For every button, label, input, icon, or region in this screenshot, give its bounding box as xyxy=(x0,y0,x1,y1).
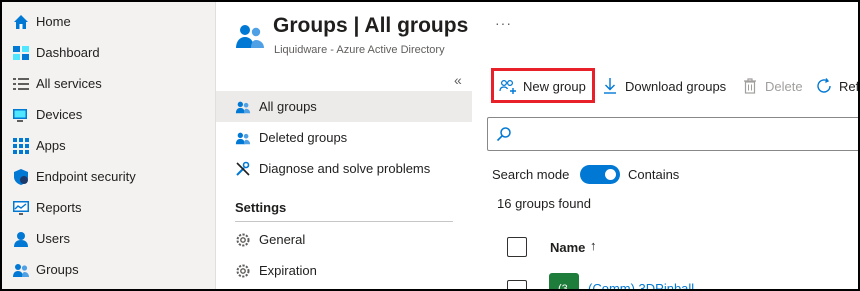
search-icon xyxy=(496,126,512,142)
nav-item-devices[interactable]: Devices xyxy=(2,99,216,130)
new-group-label: New group xyxy=(523,78,586,94)
toggle-knob xyxy=(605,169,616,180)
menu-item-label: Expiration xyxy=(259,263,317,278)
nav-item-reports[interactable]: Reports xyxy=(2,192,216,223)
new-group-button[interactable]: New group xyxy=(499,72,586,100)
nav-item-label: Groups xyxy=(36,262,79,277)
refresh-label: Refresh xyxy=(839,78,860,94)
nav-item-dashboard[interactable]: Dashboard xyxy=(2,37,216,68)
user-icon xyxy=(12,230,30,248)
menu-item-label: All groups xyxy=(259,99,317,114)
sort-ascending-icon[interactable]: ↑ xyxy=(590,238,597,253)
nav-item-label: Users xyxy=(36,231,70,246)
menu-item-diagnose[interactable]: Diagnose and solve problems xyxy=(216,153,472,184)
apps-grid-icon xyxy=(12,137,30,155)
page-subtitle: Liquidware - Azure Active Directory xyxy=(274,44,445,56)
menu-item-label: General xyxy=(259,232,306,247)
menu-item-label: Deleted groups xyxy=(259,130,348,145)
nav-item-label: Reports xyxy=(36,200,82,215)
download-groups-button[interactable]: Download groups xyxy=(601,72,726,100)
select-all-checkbox[interactable] xyxy=(507,237,527,257)
trash-icon xyxy=(741,77,759,95)
nav-item-groups[interactable]: Groups xyxy=(2,254,216,285)
menu-item-expiration[interactable]: Expiration xyxy=(216,255,472,286)
nav-item-home[interactable]: Home xyxy=(2,6,216,37)
nav-item-label: All services xyxy=(36,76,102,91)
menu-item-deleted-groups[interactable]: Deleted groups xyxy=(216,122,472,153)
gear-icon xyxy=(234,262,251,279)
search-box[interactable] xyxy=(487,117,858,151)
gear-icon xyxy=(234,231,251,248)
groups-icon xyxy=(12,261,30,279)
home-icon xyxy=(12,13,30,31)
shield-icon xyxy=(12,168,30,186)
nav-item-users[interactable]: Users xyxy=(2,223,216,254)
add-group-icon xyxy=(499,77,517,95)
groups-header-icon xyxy=(235,22,265,48)
more-options-button[interactable]: ··· xyxy=(495,15,512,31)
settings-section-header: Settings xyxy=(235,200,287,215)
menu-item-all-groups[interactable]: All groups xyxy=(216,91,472,122)
download-groups-label: Download groups xyxy=(625,78,727,94)
group-avatar: (3 xyxy=(549,273,579,289)
devices-icon xyxy=(12,106,30,124)
wrench-icon xyxy=(234,160,251,177)
nav-item-label: Endpoint security xyxy=(36,169,136,184)
refresh-button[interactable]: Refresh xyxy=(815,72,860,100)
delete-label: Delete xyxy=(765,78,803,94)
dashboard-icon xyxy=(12,44,30,62)
section-divider xyxy=(235,221,453,222)
search-mode-value: Contains xyxy=(628,167,680,182)
results-count: 16 groups found xyxy=(497,196,591,211)
left-navigation: Home Dashboard All services Devices Apps… xyxy=(2,2,216,289)
refresh-icon xyxy=(815,77,833,95)
nav-item-label: Apps xyxy=(36,138,66,153)
portal-window: Home Dashboard All services Devices Apps… xyxy=(0,0,860,291)
nav-item-apps[interactable]: Apps xyxy=(2,130,216,161)
search-input[interactable] xyxy=(518,122,838,146)
menu-item-label: Diagnose and solve problems xyxy=(259,161,431,176)
column-header-name[interactable]: Name xyxy=(550,240,585,255)
nav-item-all-services[interactable]: All services xyxy=(2,68,216,99)
list-icon xyxy=(12,75,30,93)
group-name-link[interactable]: (Comm) 3DPinball xyxy=(588,281,694,289)
search-mode-toggle[interactable] xyxy=(580,165,620,184)
page-title: Groups | All groups xyxy=(273,14,469,37)
menu-item-general[interactable]: General xyxy=(216,224,472,255)
nav-item-label: Home xyxy=(36,14,71,29)
download-icon xyxy=(601,77,619,95)
nav-item-label: Dashboard xyxy=(36,45,100,60)
collapse-menu-button[interactable]: « xyxy=(454,72,462,88)
search-mode-label: Search mode xyxy=(492,167,570,182)
nav-item-endpoint-security[interactable]: Endpoint security xyxy=(2,161,216,192)
reports-icon xyxy=(12,199,30,217)
row-checkbox[interactable] xyxy=(507,280,527,289)
groups-icon xyxy=(234,98,251,115)
delete-button[interactable]: Delete xyxy=(741,72,803,100)
nav-item-label: Devices xyxy=(36,107,83,122)
groups-icon xyxy=(234,129,251,146)
